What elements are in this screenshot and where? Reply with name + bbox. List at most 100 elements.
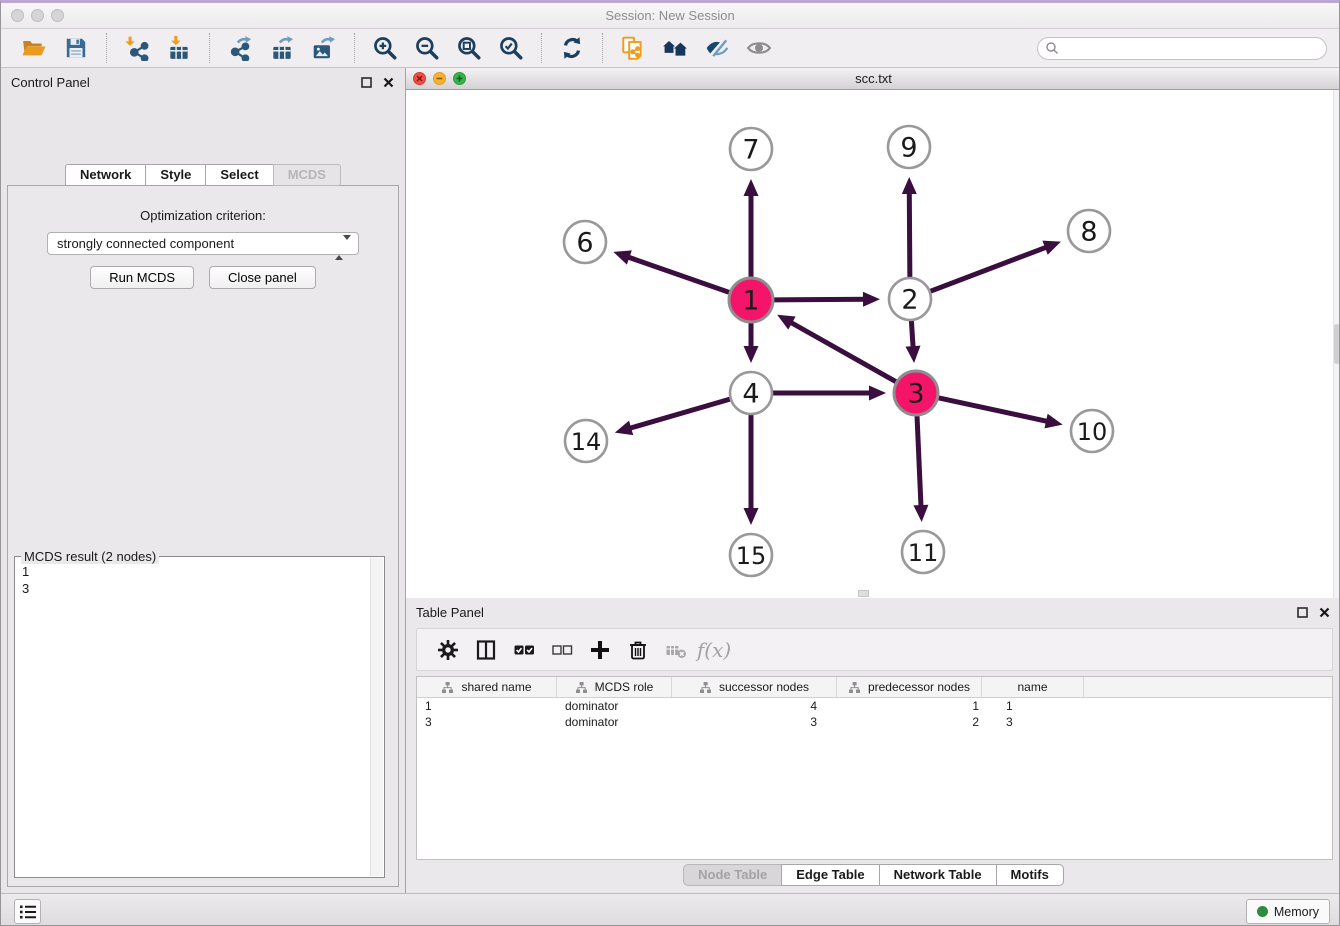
- float-table-panel-icon[interactable]: [1295, 605, 1309, 619]
- create-column-button[interactable]: [583, 635, 617, 665]
- node-label: 8: [1080, 217, 1097, 248]
- save-session-icon: [63, 35, 89, 61]
- export-image-button[interactable]: [308, 33, 340, 63]
- zoom-out-button[interactable]: [411, 33, 443, 63]
- control-panel-tabs: NetworkStyleSelectMCDS: [1, 164, 405, 186]
- show-all-networks-button[interactable]: [659, 33, 691, 63]
- zoom-fit-button[interactable]: [453, 33, 485, 63]
- graph-node-7[interactable]: 7: [730, 128, 772, 170]
- network-vertical-scrollbar[interactable]: [1333, 90, 1340, 598]
- float-panel-icon[interactable]: [359, 75, 373, 89]
- window-titlebar: Session: New Session: [1, 3, 1339, 29]
- column-header-MCDS-role[interactable]: MCDS role: [557, 677, 672, 697]
- table-panel-title: Table Panel: [416, 605, 484, 620]
- control-panel-title: Control Panel: [11, 75, 90, 90]
- graph-edge-2-3[interactable]: [906, 320, 921, 363]
- graph-edge-3-10[interactable]: [937, 397, 1063, 428]
- close-table-panel-icon[interactable]: [1317, 605, 1331, 619]
- graph-edge-1-4[interactable]: [744, 321, 759, 363]
- node-label: 11: [908, 539, 939, 567]
- graph-edge-1-6[interactable]: [613, 250, 731, 293]
- tab-mcds[interactable]: MCDS: [273, 164, 341, 186]
- zoom-in-icon: [372, 35, 398, 61]
- network-canvas[interactable]: 7 9 6 8 1 2 4 3 14 10 15 11: [406, 90, 1340, 598]
- graph-edge-2-8[interactable]: [930, 241, 1061, 292]
- mcds-result-node: 3: [22, 580, 384, 597]
- graph-edge-2-9[interactable]: [902, 177, 917, 278]
- node-label: 1: [742, 286, 759, 317]
- zoom-out-icon: [414, 35, 440, 61]
- column-header-predecessor-nodes[interactable]: predecessor nodes: [837, 677, 982, 697]
- open-session-button[interactable]: [18, 33, 50, 63]
- graph-edge-3-11[interactable]: [913, 414, 928, 522]
- tab-motifs[interactable]: Motifs: [996, 864, 1064, 886]
- column-header-name[interactable]: name: [982, 677, 1084, 697]
- result-scrollbar[interactable]: [370, 558, 383, 876]
- memory-button[interactable]: Memory: [1246, 899, 1330, 924]
- select-all-rows-button[interactable]: [507, 635, 541, 665]
- optimization-criterion-label: Optimization criterion:: [8, 208, 398, 223]
- table-row[interactable]: 3dominator323: [417, 714, 1332, 730]
- tab-network-table[interactable]: Network Table: [879, 864, 996, 886]
- close-panel-icon[interactable]: [381, 75, 395, 89]
- table-row[interactable]: 1dominator411: [417, 698, 1332, 714]
- graph-node-2[interactable]: 2: [889, 278, 931, 320]
- zoom-selected-icon: [498, 35, 524, 61]
- zoom-in-button[interactable]: [369, 33, 401, 63]
- task-history-button[interactable]: [14, 899, 41, 924]
- graph-edge-3-1[interactable]: [777, 315, 898, 383]
- graph-edge-4-3[interactable]: [772, 386, 886, 401]
- control-panel: Control Panel NetworkStyleSelectMCDS Opt…: [1, 68, 406, 893]
- toggle-column-button[interactable]: [469, 635, 503, 665]
- delete-column-button[interactable]: [621, 635, 655, 665]
- import-network-button[interactable]: [121, 33, 153, 63]
- optimization-criterion-select[interactable]: strongly connected component: [47, 232, 359, 255]
- tab-edge-table[interactable]: Edge Table: [781, 864, 878, 886]
- tab-select[interactable]: Select: [205, 164, 272, 186]
- column-header-successor-nodes[interactable]: successor nodes: [672, 677, 837, 697]
- mcds-result-box: MCDS result (2 nodes) 13: [14, 556, 385, 878]
- network-graph: 7 9 6 8 1 2 4 3 14 10 15 11: [406, 90, 1340, 596]
- graph-edge-4-15[interactable]: [744, 414, 759, 525]
- zoom-selected-button[interactable]: [495, 33, 527, 63]
- toolbar-separator: [106, 33, 107, 63]
- graph-node-4[interactable]: 4: [730, 372, 772, 414]
- graph-edge-1-2[interactable]: [772, 292, 880, 307]
- graph-edge-1-7[interactable]: [744, 179, 759, 279]
- apply-layout-icon: [559, 35, 585, 61]
- node-label: 9: [900, 133, 917, 164]
- export-network-button[interactable]: [224, 33, 256, 63]
- tab-style[interactable]: Style: [145, 164, 205, 186]
- network-horizontal-scroll-thumb[interactable]: [858, 590, 869, 597]
- graph-node-8[interactable]: 8: [1068, 210, 1110, 252]
- table-settings-gear-button[interactable]: [431, 635, 465, 665]
- close-panel-button[interactable]: Close panel: [209, 266, 316, 289]
- function-builder-button: f(x): [697, 635, 731, 665]
- tab-node-table[interactable]: Node Table: [683, 864, 781, 886]
- node-label: 6: [576, 228, 593, 259]
- import-table-button[interactable]: [163, 33, 195, 63]
- graph-node-14[interactable]: 14: [565, 420, 607, 462]
- graph-edge-4-14[interactable]: [615, 399, 731, 435]
- column-header-shared-name[interactable]: shared name: [417, 677, 557, 697]
- apply-layout-button[interactable]: [556, 33, 588, 63]
- network-title: scc.txt: [406, 71, 1340, 86]
- graph-node-6[interactable]: 6: [564, 221, 606, 263]
- clone-network-button[interactable]: [617, 33, 649, 63]
- export-table-button[interactable]: [266, 33, 298, 63]
- node-label: 4: [742, 379, 759, 410]
- graph-node-15[interactable]: 15: [730, 534, 772, 576]
- graph-node-11[interactable]: 11: [902, 531, 944, 573]
- save-session-button[interactable]: [60, 33, 92, 63]
- graph-node-9[interactable]: 9: [888, 126, 930, 168]
- show-all-networks-icon: [662, 35, 688, 61]
- graph-node-3[interactable]: 3: [894, 371, 938, 415]
- table-cell: dominator: [557, 698, 672, 714]
- run-mcds-button[interactable]: Run MCDS: [90, 266, 194, 289]
- graph-node-10[interactable]: 10: [1071, 410, 1113, 452]
- graph-node-1[interactable]: 1: [729, 278, 773, 322]
- hide-selected-button[interactable]: [701, 33, 733, 63]
- tab-network[interactable]: Network: [65, 164, 145, 186]
- search-input[interactable]: [1037, 37, 1327, 60]
- deselect-all-rows-button[interactable]: [545, 635, 579, 665]
